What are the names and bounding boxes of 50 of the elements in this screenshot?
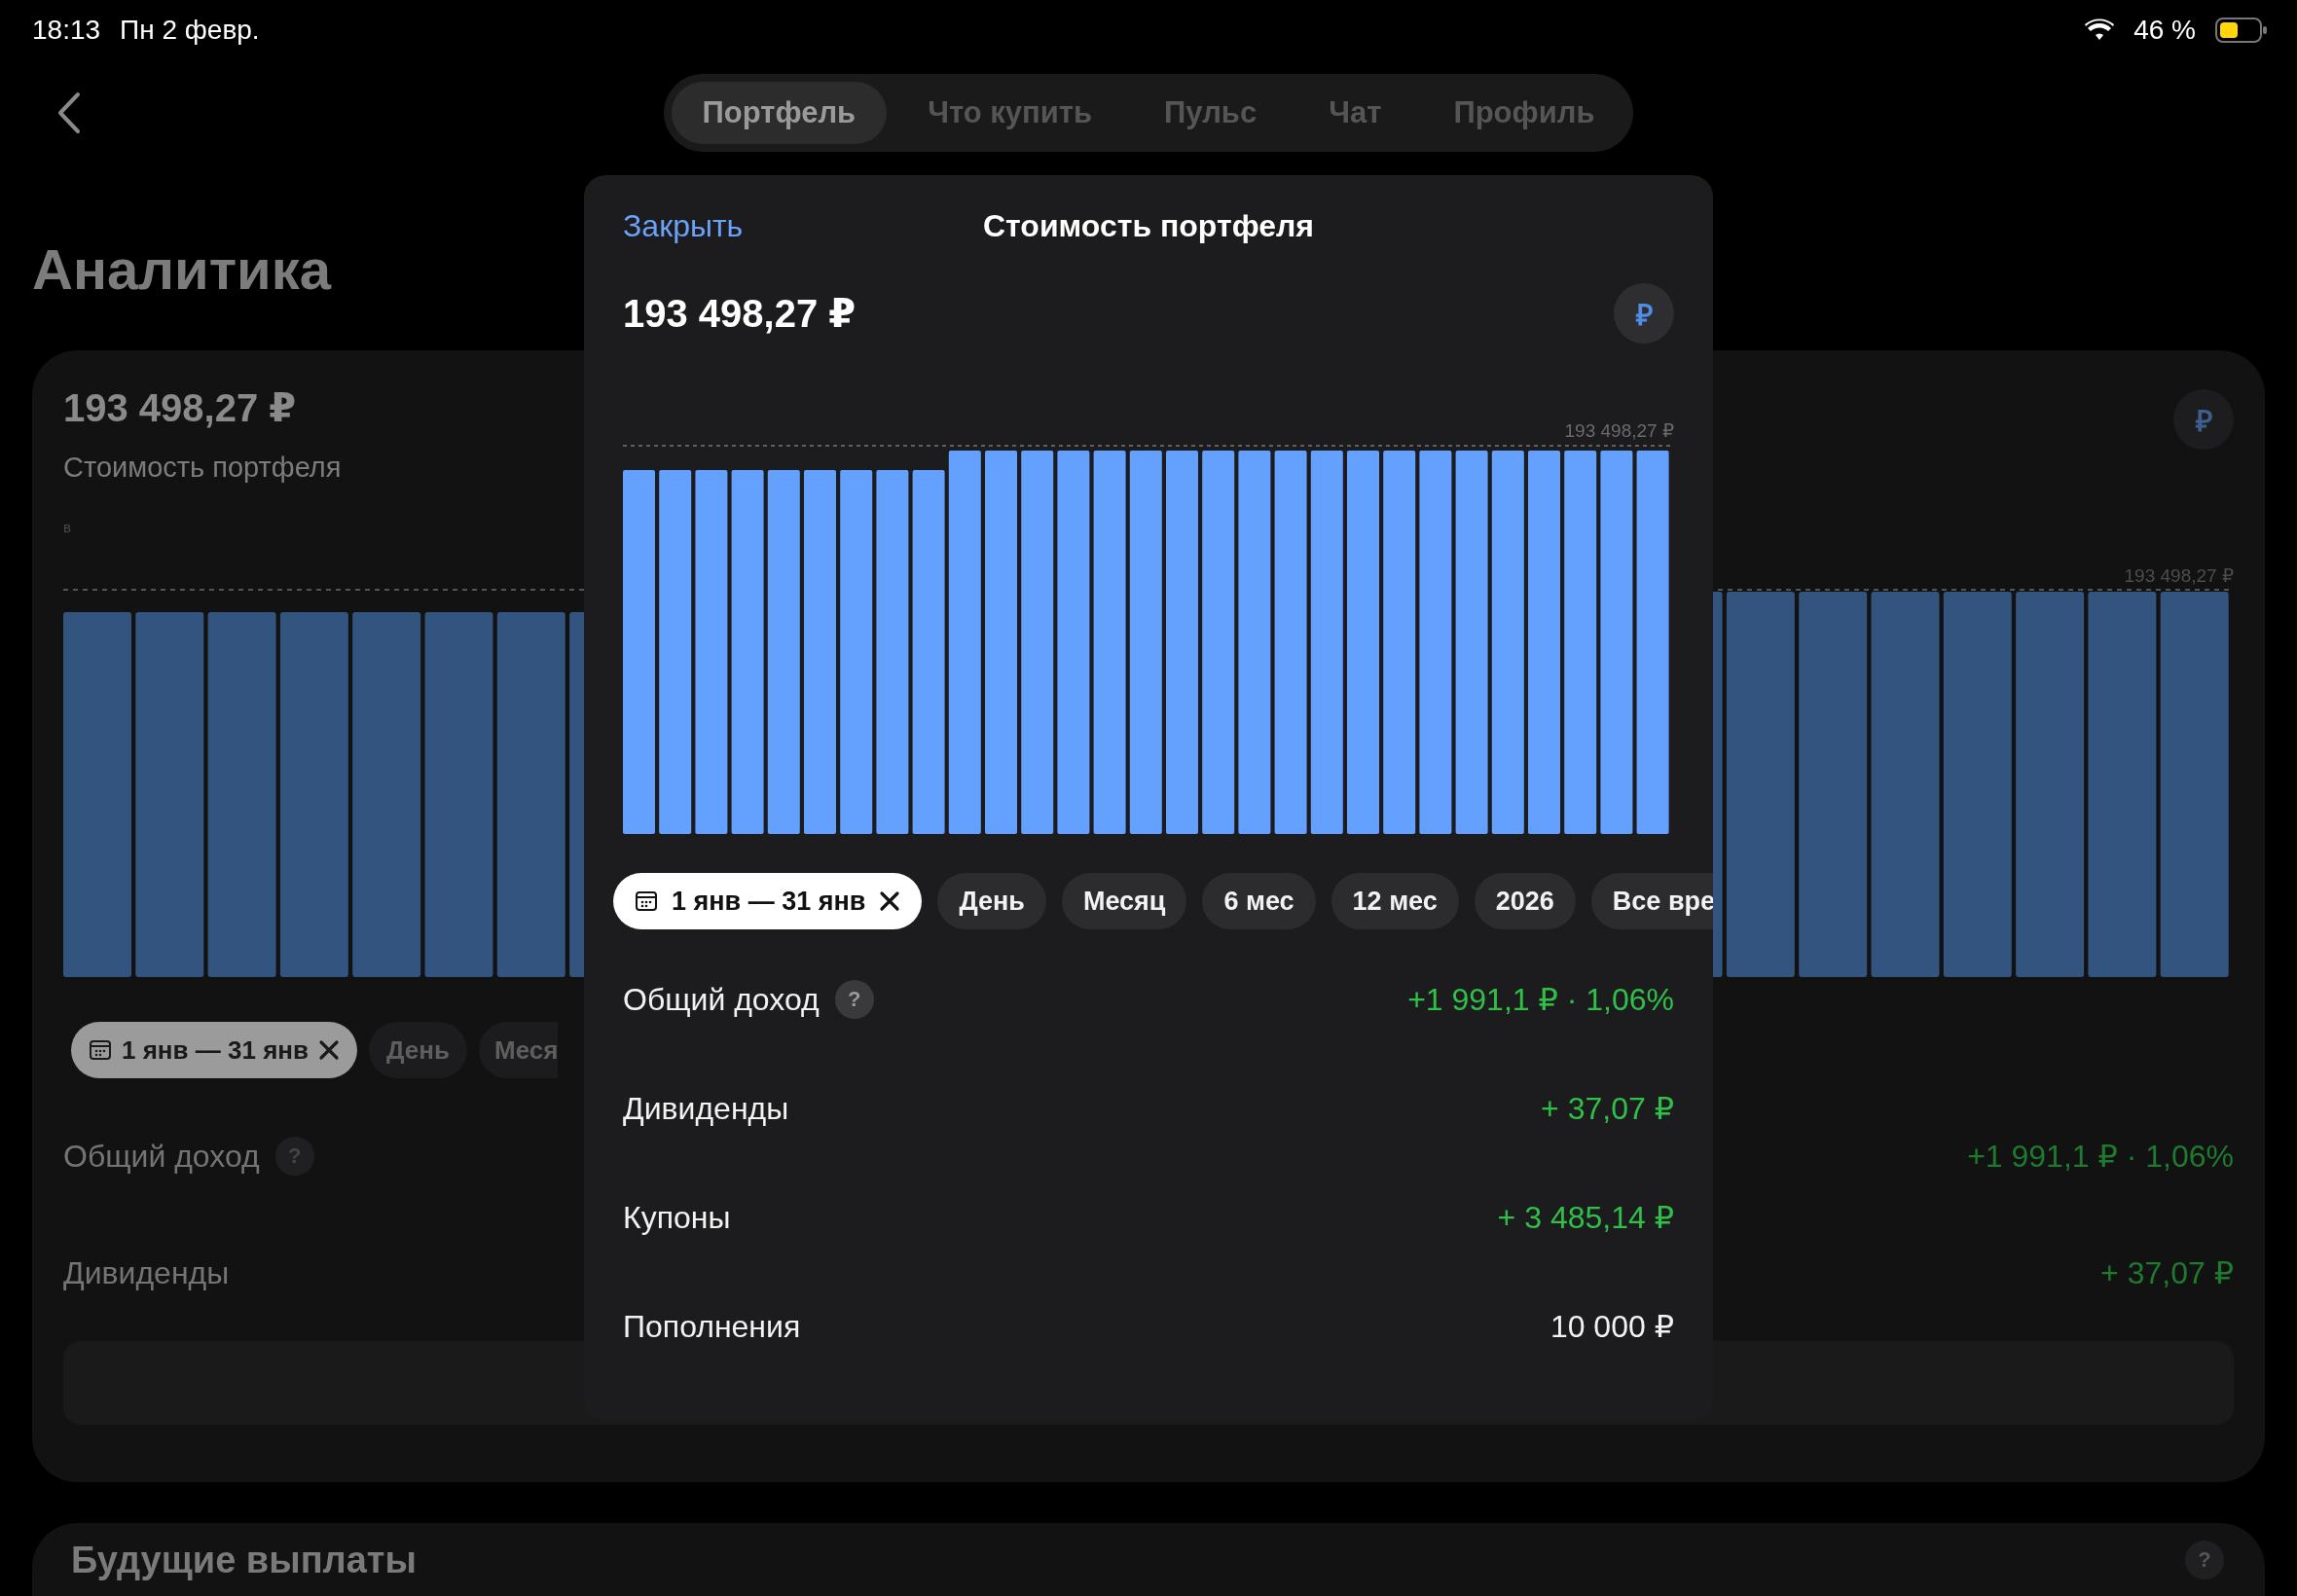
portfolio-caption: Стоимость портфеля [63,452,342,484]
close-icon[interactable] [318,1039,340,1061]
section-title: Будущие выплаты [71,1539,417,1581]
close-icon[interactable] [879,890,901,912]
portfolio-value: 193 498,27 ₽ [63,385,298,430]
portfolio-value: 193 498,27 ₽ [623,291,857,336]
page-title: Аналитика [32,241,332,292]
battery-percent: 46 % [2133,15,2196,46]
back-icon[interactable] [56,91,82,134]
nav-tab[interactable]: Профиль [1422,82,1626,144]
nav-tab[interactable]: Чат [1297,82,1413,144]
row-label: Дивиденды [63,1254,230,1291]
period-chip[interactable]: 6 мес [1202,873,1316,929]
period-chip[interactable]: 1 янв — 31 янв [71,1022,357,1078]
row-value: +1 991,1 ₽ · 1,06% [1967,1138,2234,1175]
row-label: Общий доход [63,1138,260,1175]
row-value: 10 000 ₽ [1550,1308,1674,1345]
nav-tab[interactable]: Пульс [1133,82,1289,144]
help-button[interactable]: ? [834,980,874,1019]
currency-button[interactable]: ₽ [1614,283,1674,344]
modal-title: Стоимость портфеля [983,208,1314,244]
period-chip[interactable]: 12 мес [1331,873,1459,929]
battery-icon [2215,18,2268,43]
help-button[interactable]: ? [2185,1541,2224,1579]
period-chip[interactable]: Месяц [1061,873,1187,929]
calendar-icon [89,1038,112,1062]
currency-button[interactable]: ₽ [2173,389,2234,450]
calendar-icon [635,889,658,913]
axis-note: в [63,519,72,535]
wifi-icon [2085,18,2115,42]
status-date: Пн 2 февр. [120,15,260,46]
nav-tab[interactable]: Портфель [671,82,888,144]
nav-tab[interactable]: Что купить [896,82,1124,144]
row-label: Пополнения [623,1308,801,1345]
period-chip[interactable]: 1 янв — 31 янв [613,873,923,929]
chart-max-label: 193 498,27 ₽ [2124,564,2234,586]
row-value: + 37,07 ₽ [2100,1254,2234,1291]
row-value: + 37,07 ₽ [1541,1090,1674,1127]
period-chip[interactable]: Меся [479,1022,559,1078]
row-label: Купоны [623,1199,731,1236]
close-link[interactable]: Закрыть [623,208,744,244]
row-label: Общий доход [623,981,820,1018]
period-chip[interactable]: День [937,873,1046,929]
row-value: +1 991,1 ₽ · 1,06% [1407,981,1674,1018]
row-label: Дивиденды [623,1090,789,1127]
row-value: + 3 485,14 ₽ [1497,1199,1674,1236]
status-time: 18:13 [32,15,101,46]
chart-max-label: 193 498,27 ₽ [1564,419,1674,443]
period-chip[interactable]: День [369,1022,467,1078]
period-chip[interactable]: 2026 [1474,873,1576,929]
